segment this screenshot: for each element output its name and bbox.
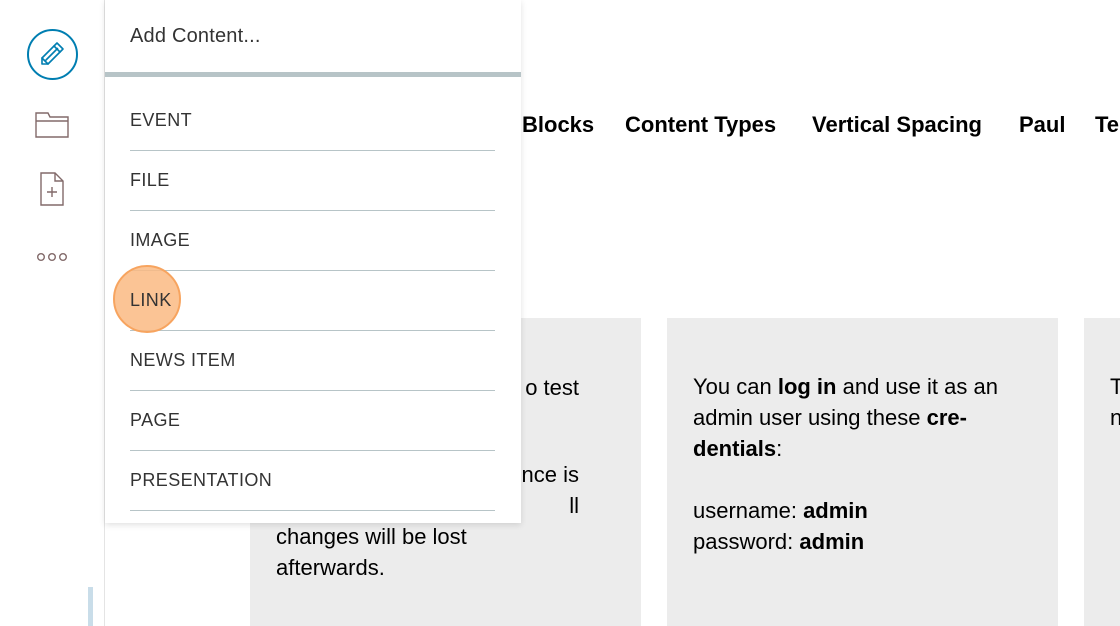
folder-icon [34,110,70,140]
menu-item-label: LINK [130,290,172,310]
login-link[interactable]: log in [778,374,837,399]
credentials-block: username: admin password: admin [693,495,1032,557]
pencil-icon [37,39,67,69]
edit-button[interactable] [0,26,104,82]
login-text: : [776,436,783,461]
nav-item-blocks[interactable]: Blocks [522,112,594,138]
contents-button[interactable] [0,100,104,150]
password-value: admin [799,529,865,554]
card1-text-line: changes will be lost [276,524,467,549]
card3-text-fragment: T [1110,374,1120,399]
menu-item-event[interactable]: EVENT [130,90,495,151]
info-card-3: T n [1084,318,1120,626]
password-line: password: admin [693,526,1032,557]
menu-item-file[interactable]: FILE [130,151,495,211]
nav-item-content-types[interactable]: Content Types [625,112,776,138]
edit-button-circle [26,28,78,80]
menu-item-label: PRESENTATION [130,470,273,490]
menu-item-image[interactable]: IMAGE [130,211,495,271]
menu-item-label: EVENT [130,109,193,130]
nav-item-truncated[interactable]: Te [1095,112,1119,138]
username-label: username: [693,498,804,523]
left-toolbar [0,0,105,626]
scroll-indicator [88,587,93,626]
nav-item-vertical-spacing[interactable]: Vertical Spacing [812,112,982,138]
menu-item-presentation[interactable]: PRESENTATION [130,451,495,511]
menu-item-link[interactable]: LINK [130,271,495,331]
username-value: admin [803,498,868,523]
nav-item-paul[interactable]: Paul [1019,112,1065,138]
menu-item-label: FILE [130,170,170,190]
add-content-menu-header: Add Content... [105,0,521,77]
info-card-2: You can log in and use it as an admin us… [667,318,1058,626]
content-type-list: EVENT FILE IMAGE LINK NEWS ITEM PAGE PRE… [130,90,495,511]
menu-item-page[interactable]: PAGE [130,391,495,451]
more-button[interactable] [0,232,104,282]
menu-item-news-item[interactable]: NEWS ITEM [130,331,495,391]
add-content-menu: Add Content... EVENT FILE IMAGE LINK NEW… [105,0,521,523]
username-line: username: admin [693,495,1032,526]
more-dots-icon [36,251,68,263]
menu-title: Add Content... [130,24,261,47]
menu-item-label: NEWS ITEM [130,350,236,370]
add-content-button[interactable] [0,164,104,214]
menu-item-label: IMAGE [130,230,191,250]
menu-item-label: PAGE [130,410,181,430]
add-document-icon [38,171,66,207]
login-text: You can [693,374,778,399]
card3-text-fragment: n [1110,405,1120,430]
card1-text-line: afterwards. [276,555,385,580]
login-instructions: You can log in and use it as an admin us… [693,371,1032,464]
card1-text-fragment-3: changes will be lost afterwards. [276,521,615,583]
password-label: password: [693,529,800,554]
